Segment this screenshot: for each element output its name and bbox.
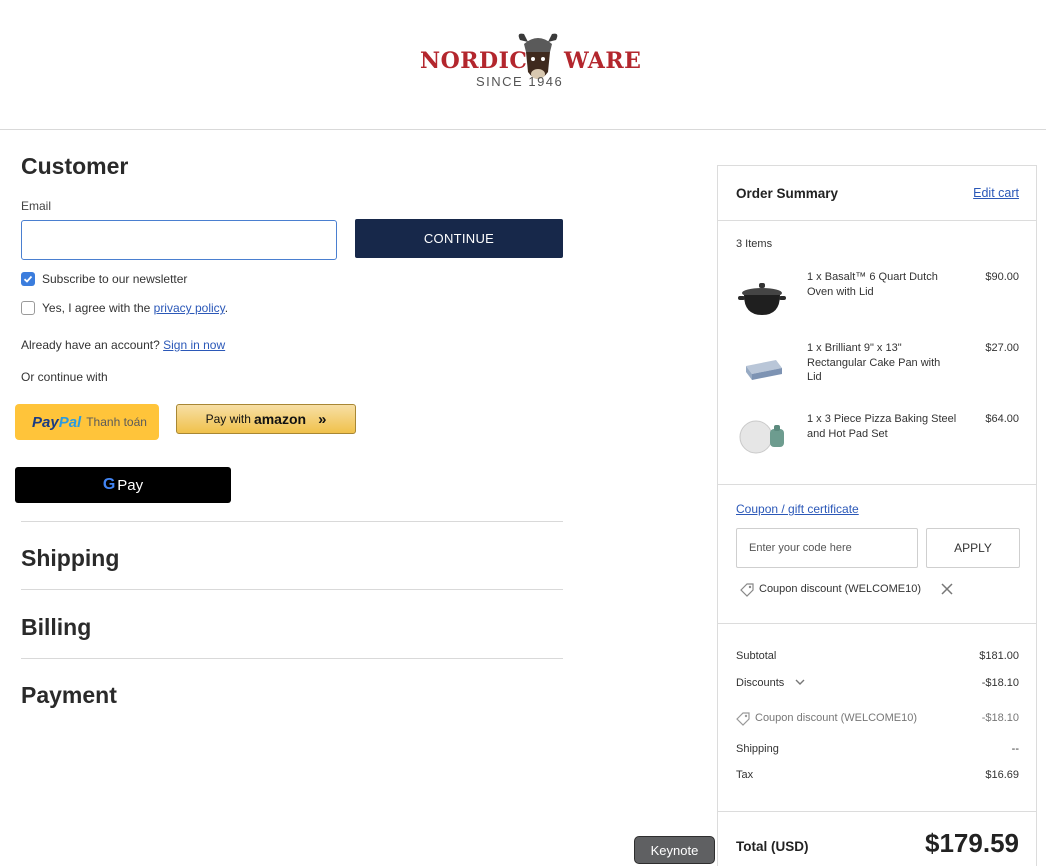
coupon-discount-label: Coupon discount (WELCOME10) bbox=[755, 712, 918, 724]
applied-coupon-label: Coupon discount (WELCOME10) bbox=[759, 583, 922, 595]
amazon-word: amazon bbox=[253, 411, 307, 427]
subtotal-label: Subtotal bbox=[736, 650, 777, 662]
cart-item-name: 1 x Brilliant 9" x 13" Rectangular Cake … bbox=[807, 342, 941, 383]
cart-item-price: $90.00 bbox=[985, 271, 1019, 283]
subtotal-value: $181.00 bbox=[979, 650, 1019, 662]
double-chevron-icon: » bbox=[318, 410, 327, 428]
section-divider bbox=[21, 658, 563, 659]
coupon-code-input[interactable] bbox=[736, 528, 918, 568]
logo-since-text: SINCE 1946 bbox=[476, 74, 564, 89]
total-value: $179.59 bbox=[925, 828, 1019, 858]
cart-item-name: 1 x Basalt™ 6 Quart Dutch Oven with Lid bbox=[807, 271, 938, 298]
shipping-value: -- bbox=[1011, 743, 1019, 755]
edit-cart-link[interactable]: Edit cart bbox=[973, 186, 1019, 200]
coupon-discount-value: -$18.10 bbox=[981, 712, 1019, 724]
summary-divider bbox=[718, 811, 1036, 812]
total-label: Total (USD) bbox=[736, 839, 809, 854]
google-pay-button[interactable]: G Pay bbox=[15, 467, 231, 503]
amazon-pay-button[interactable]: Pay with amazon » bbox=[176, 404, 356, 434]
tag-icon bbox=[740, 583, 754, 597]
google-g-icon: G bbox=[102, 476, 116, 493]
newsletter-label: Subscribe to our newsletter bbox=[42, 272, 188, 286]
paypal-brand-pal: Pal bbox=[58, 413, 82, 431]
cart-item-price: $64.00 bbox=[985, 413, 1019, 425]
apply-coupon-button[interactable]: APPLY bbox=[926, 528, 1020, 568]
section-divider bbox=[21, 521, 563, 522]
cart-item-price: $27.00 bbox=[985, 342, 1019, 354]
privacy-checkbox[interactable] bbox=[21, 301, 35, 315]
summary-divider bbox=[718, 484, 1036, 485]
order-summary-panel: Order Summary Edit cart 3 Items 1 x Basa… bbox=[717, 165, 1037, 866]
email-label: Email bbox=[21, 199, 52, 213]
order-summary-title: Order Summary bbox=[736, 186, 839, 201]
cake-pan-icon bbox=[746, 360, 782, 380]
summary-divider bbox=[718, 623, 1036, 624]
coupon-link[interactable]: Coupon / gift certificate bbox=[736, 502, 859, 516]
section-divider bbox=[21, 589, 563, 590]
sign-in-link[interactable]: Sign in now bbox=[163, 338, 225, 352]
paypal-subtext: Thanh toán bbox=[86, 415, 147, 429]
chevron-down-icon bbox=[795, 679, 805, 685]
check-icon bbox=[23, 275, 33, 283]
billing-heading[interactable]: Billing bbox=[21, 614, 91, 641]
privacy-policy-link[interactable]: privacy policy bbox=[154, 301, 225, 315]
customer-heading: Customer bbox=[21, 153, 129, 179]
paypal-brand-pay: Pay bbox=[32, 413, 59, 431]
email-field[interactable] bbox=[21, 220, 337, 260]
cart-item-name: 1 x 3 Piece Pizza Baking Steel and Hot P… bbox=[807, 413, 957, 440]
site-header: NORDIC WARE SINCE 1946 bbox=[0, 0, 1046, 130]
keynote-tooltip: Keynote bbox=[634, 836, 715, 864]
newsletter-checkbox[interactable] bbox=[21, 272, 35, 286]
amazon-pay-prefix: Pay with bbox=[205, 412, 251, 426]
pizza-steel-icon bbox=[739, 420, 784, 454]
shipping-label: Shipping bbox=[736, 743, 779, 755]
items-count: 3 Items bbox=[736, 238, 773, 250]
google-pay-label: Pay bbox=[117, 476, 144, 494]
summary-divider bbox=[718, 220, 1036, 221]
continue-with-label: Or continue with bbox=[21, 370, 108, 384]
dutch-oven-icon bbox=[738, 283, 786, 315]
tax-value: $16.69 bbox=[985, 769, 1019, 781]
continue-button[interactable]: CONTINUE bbox=[355, 219, 563, 258]
paypal-button[interactable]: Pay Pal Thanh toán bbox=[15, 404, 159, 440]
logo-text-right: WARE bbox=[564, 48, 642, 74]
tag-icon bbox=[736, 712, 750, 726]
nordic-ware-logo[interactable]: NORDIC WARE SINCE 1946 bbox=[418, 30, 642, 92]
payment-heading[interactable]: Payment bbox=[21, 682, 117, 709]
privacy-label: Yes, I agree with the privacy policy. bbox=[42, 301, 229, 315]
close-icon[interactable] bbox=[940, 582, 954, 596]
shipping-heading[interactable]: Shipping bbox=[21, 545, 119, 572]
account-prompt: Already have an account? Sign in now bbox=[21, 338, 226, 352]
tax-label: Tax bbox=[736, 769, 754, 781]
logo-text-left: NORDIC bbox=[420, 48, 528, 74]
discounts-value: -$18.10 bbox=[981, 677, 1019, 689]
discounts-toggle[interactable]: Discounts bbox=[736, 677, 805, 689]
